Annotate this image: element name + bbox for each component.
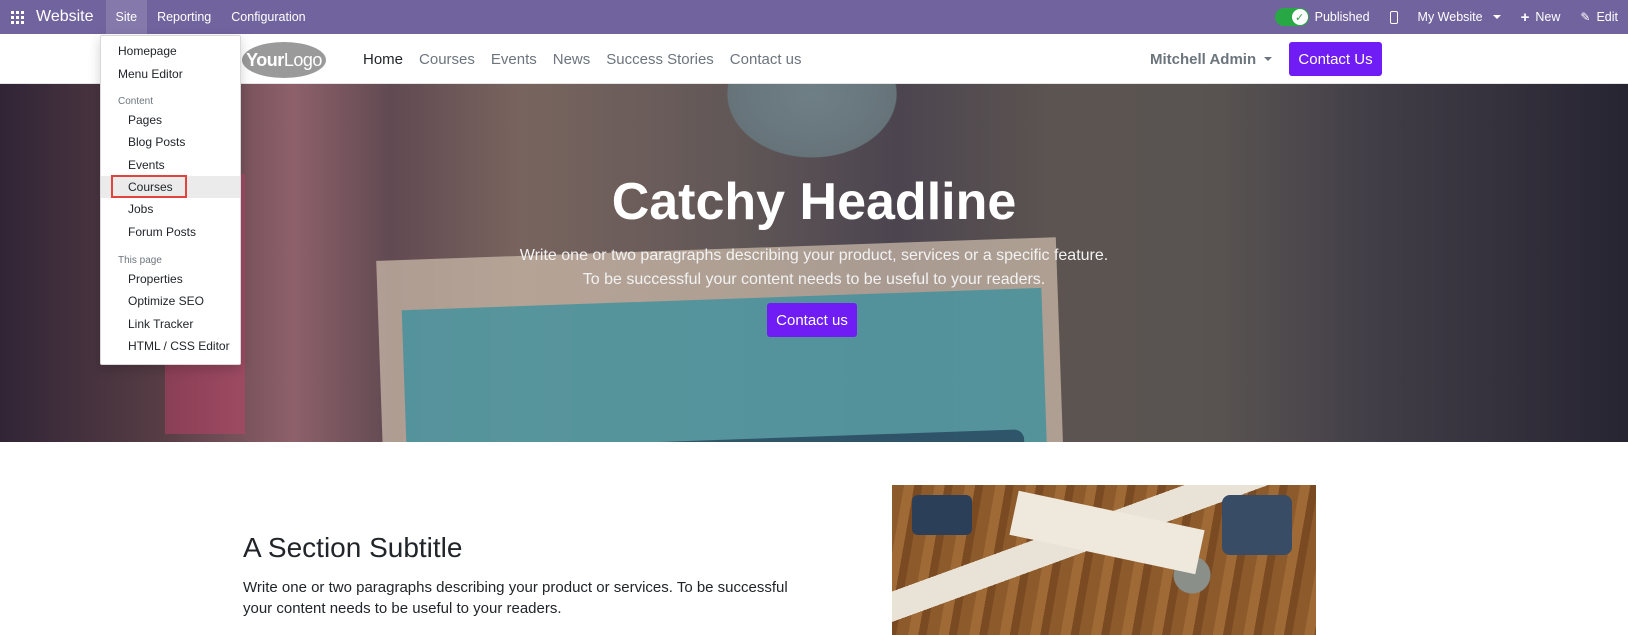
caret-down-icon bbox=[1264, 57, 1273, 61]
menu-reporting[interactable]: Reporting bbox=[147, 0, 221, 34]
courses-highlight-box bbox=[111, 175, 187, 198]
mobile-preview-button[interactable] bbox=[1380, 0, 1408, 34]
user-menu[interactable]: Mitchell Admin bbox=[1150, 34, 1273, 84]
plus-icon: + bbox=[1520, 8, 1530, 26]
open-sign-panel bbox=[401, 287, 1049, 442]
hero-line-2: To be successful your content needs to b… bbox=[582, 271, 1046, 288]
logo-light-text: Logo bbox=[283, 49, 323, 70]
apps-menu-button[interactable] bbox=[0, 0, 34, 34]
hero-description: Write one or two paragraphs describing y… bbox=[0, 244, 1628, 292]
user-name: Mitchell Admin bbox=[1150, 50, 1257, 68]
edit-button[interactable]: ✎ Edit bbox=[1570, 0, 1628, 34]
contact-us-button[interactable]: Contact Us bbox=[1289, 42, 1382, 76]
dropdown-item-link-tracker[interactable]: Link Tracker bbox=[101, 313, 240, 335]
admin-top-bar: Website Site Reporting Configuration ✓ P… bbox=[0, 0, 1628, 34]
hero-banner: Catchy Headline Write one or two paragra… bbox=[0, 84, 1628, 442]
caret-down-icon bbox=[1492, 15, 1501, 19]
published-label: Published bbox=[1314, 10, 1370, 24]
store-clothes bbox=[912, 495, 972, 535]
app-brand[interactable]: Website bbox=[34, 8, 106, 26]
grid-icon bbox=[10, 10, 24, 24]
hero-headline: Catchy Headline bbox=[611, 173, 1017, 231]
section-subtitle: A Section Subtitle bbox=[243, 532, 463, 563]
mobile-icon bbox=[1389, 10, 1398, 24]
dropdown-item-forum-posts[interactable]: Forum Posts bbox=[101, 221, 240, 243]
menu-site[interactable]: Site bbox=[105, 0, 148, 34]
dropdown-header-this-page: This page bbox=[118, 255, 162, 266]
dropdown-item-jobs[interactable]: Jobs bbox=[101, 198, 240, 220]
hero-line-1: Write one or two paragraphs describing y… bbox=[519, 247, 1109, 264]
website-switcher-label: My Website bbox=[1417, 10, 1483, 24]
website-switcher[interactable]: My Website bbox=[1408, 0, 1511, 34]
nav-courses[interactable]: Courses bbox=[411, 51, 483, 68]
dropdown-item-html-css-editor[interactable]: HTML / CSS Editor bbox=[101, 335, 240, 357]
new-button[interactable]: + New bbox=[1511, 0, 1571, 34]
logo-bold-text: Your bbox=[246, 49, 284, 70]
toggle-switch[interactable]: ✓ bbox=[1274, 8, 1309, 26]
store-image bbox=[892, 485, 1316, 635]
dropdown-item-optimize-seo[interactable]: Optimize SEO bbox=[101, 290, 240, 312]
dropdown-item-homepage[interactable]: Homepage bbox=[101, 40, 240, 62]
dropdown-item-pages[interactable]: Pages bbox=[101, 109, 240, 131]
hero-contact-button[interactable]: Contact us bbox=[767, 303, 857, 337]
edit-label: Edit bbox=[1596, 10, 1618, 24]
check-icon: ✓ bbox=[1291, 9, 1308, 25]
store-clothes bbox=[1222, 495, 1292, 555]
nav-news[interactable]: News bbox=[545, 51, 599, 68]
site-logo[interactable]: Your Logo bbox=[242, 42, 326, 78]
dropdown-item-properties[interactable]: Properties bbox=[101, 268, 240, 290]
publish-toggle[interactable]: ✓ Published bbox=[1265, 0, 1380, 34]
store-table bbox=[1009, 490, 1205, 575]
nav-events[interactable]: Events bbox=[483, 51, 545, 68]
dropdown-item-events[interactable]: Events bbox=[101, 154, 240, 176]
site-dropdown-menu: Homepage Menu Editor Content Pages Blog … bbox=[100, 35, 241, 365]
section-text: Write one or two paragraphs describing y… bbox=[243, 579, 788, 617]
nav-success-stories[interactable]: Success Stories bbox=[598, 51, 722, 68]
dropdown-header-content: Content bbox=[118, 96, 154, 107]
website-navbar: Your Logo Home Courses Events News Succes… bbox=[0, 34, 1628, 84]
menu-configuration[interactable]: Configuration bbox=[221, 0, 315, 34]
pencil-icon: ✎ bbox=[1580, 10, 1591, 24]
nav-contact-us[interactable]: Contact us bbox=[722, 51, 810, 68]
dropdown-item-blog-posts[interactable]: Blog Posts bbox=[101, 131, 240, 153]
dropdown-item-menu-editor[interactable]: Menu Editor bbox=[101, 63, 240, 85]
nav-home[interactable]: Home bbox=[355, 51, 411, 68]
new-label: New bbox=[1535, 10, 1561, 24]
main-nav: Home Courses Events News Success Stories… bbox=[355, 34, 810, 84]
